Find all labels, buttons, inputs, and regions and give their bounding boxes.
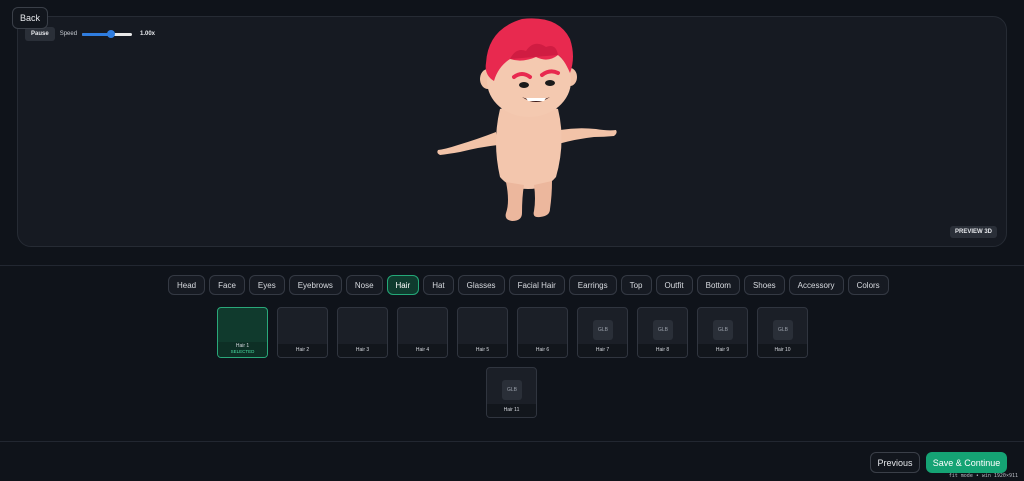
card-caption: Hair 7 (578, 344, 627, 357)
glb-thumbnail: GLB (713, 320, 733, 340)
tab-eyes[interactable]: Eyes (248, 275, 285, 295)
hair-option-card[interactable]: Hair 1 SELECTED (217, 307, 268, 358)
card-label: Hair 4 (415, 347, 430, 353)
hair-option-card[interactable]: GLB Hair 10 (757, 307, 808, 358)
card-caption: Hair 6 (518, 344, 567, 357)
card-caption: Hair 11 (487, 404, 536, 417)
category-tabs: Head Face Eyes Eyebrows Nose Hair Hat Glasses Fa… (168, 275, 889, 295)
glb-thumbnail: GLB (773, 320, 793, 340)
hair-option-card[interactable]: Hair 5 (457, 307, 508, 358)
card-caption: Hair 2 (278, 344, 327, 357)
save-continue-button[interactable]: Save & Continue (926, 452, 1007, 473)
card-caption: Hair 8 (638, 344, 687, 357)
pause-button[interactable]: Pause (25, 27, 55, 41)
tab-accessory[interactable]: Accessory (788, 275, 844, 295)
hair-option-card[interactable]: GLB Hair 7 (577, 307, 628, 358)
card-caption: Hair 9 (698, 344, 747, 357)
tab-facial-hair[interactable]: Facial Hair (508, 275, 565, 295)
tab-outfit[interactable]: Outfit (655, 275, 693, 295)
card-label: Hair 2 (295, 347, 310, 353)
tab-eyebrows[interactable]: Eyebrows (288, 275, 342, 295)
speed-slider[interactable] (82, 29, 133, 39)
tab-glasses[interactable]: Glasses (457, 275, 505, 295)
tab-shoes[interactable]: Shoes (743, 275, 785, 295)
card-caption: Hair 1 SELECTED (218, 342, 267, 357)
tab-nose[interactable]: Nose (345, 275, 383, 295)
tab-hair[interactable]: Hair (386, 275, 420, 295)
card-label: Hair 3 (355, 347, 370, 353)
card-label: Hair 10 (774, 347, 791, 353)
hair-option-card[interactable]: Hair 3 (337, 307, 388, 358)
card-caption: Hair 10 (758, 344, 807, 357)
grid-spacer (217, 367, 477, 368)
card-label: Hair 8 (655, 347, 670, 353)
selected-status: SELECTED (230, 349, 255, 355)
preview-3d-badge[interactable]: PREVIEW 3D (949, 226, 997, 238)
card-caption: Hair 5 (458, 344, 507, 357)
hair-option-card[interactable]: Hair 2 (277, 307, 328, 358)
tab-face[interactable]: Face (209, 275, 245, 295)
tab-head[interactable]: Head (168, 275, 206, 295)
card-caption: Hair 4 (398, 344, 447, 357)
card-label: Hair 11 (503, 407, 520, 413)
tab-top[interactable]: Top (620, 275, 652, 295)
hair-option-card[interactable]: Hair 6 (517, 307, 568, 358)
glb-thumbnail: GLB (653, 320, 673, 340)
speed-slider-thumb[interactable] (107, 30, 116, 38)
hair-option-card[interactable]: Hair 4 (397, 307, 448, 358)
glb-thumbnail: GLB (593, 320, 613, 340)
character-model (437, 18, 617, 221)
tab-earrings[interactable]: Earrings (568, 275, 617, 295)
fit-mode-note: fit mode • win 1920×911 (948, 473, 1018, 479)
back-button[interactable]: Back (12, 7, 48, 29)
card-label: Hair 9 (715, 347, 730, 353)
hair-item-grid: Hair 1 SELECTED Hair 2 Hair 3 Hair 4 Hair 5 Ha… (217, 307, 809, 418)
tab-bottom[interactable]: Bottom (696, 275, 740, 295)
previous-button[interactable]: Previous (870, 452, 920, 473)
tab-hat[interactable]: Hat (423, 275, 454, 295)
speed-value: 1.00x (139, 31, 155, 37)
divider-top (0, 265, 1024, 266)
speed-label: Speed (59, 31, 78, 37)
card-label: Hair 7 (595, 347, 610, 353)
hair-option-card[interactable]: GLB Hair 9 (697, 307, 748, 358)
card-label: Hair 5 (475, 347, 490, 353)
hair-option-card[interactable]: GLB Hair 8 (637, 307, 688, 358)
preview-viewport[interactable]: PREVIEW 3D (17, 16, 1007, 247)
glb-thumbnail: GLB (502, 380, 522, 400)
divider-bottom (0, 441, 1024, 442)
hair-option-card[interactable]: GLB Hair 11 (486, 367, 537, 418)
card-label: Hair 6 (535, 347, 550, 353)
tab-colors[interactable]: Colors (847, 275, 889, 295)
card-caption: Hair 3 (338, 344, 387, 357)
